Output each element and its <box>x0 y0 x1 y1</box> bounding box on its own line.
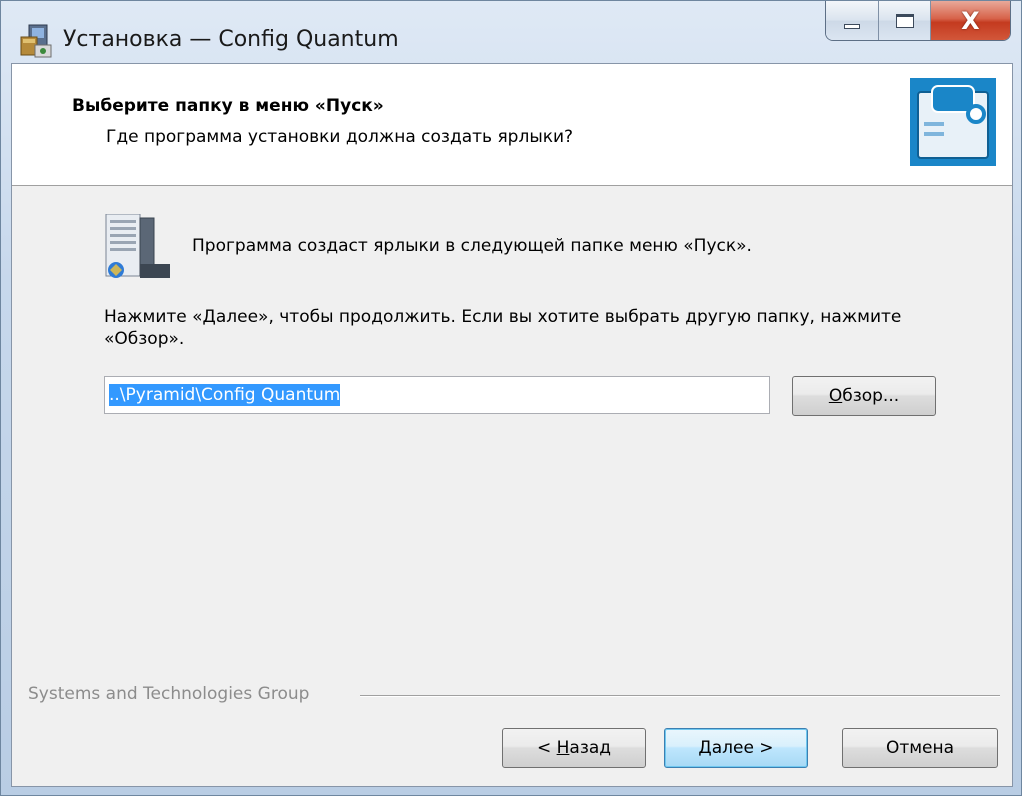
browse-label: бзор... <box>842 386 900 406</box>
maximize-button[interactable] <box>879 1 931 40</box>
next-button[interactable]: Далее > <box>664 728 808 768</box>
caption-buttons: X <box>825 1 1011 41</box>
cancel-button[interactable]: Отмена <box>842 728 998 768</box>
wizard-client-area: Выберите папку в меню «Пуск» Где програм… <box>11 63 1013 787</box>
minimize-icon <box>844 24 861 29</box>
path-selection: ..\Pyramid\Config Quantum <box>109 384 341 406</box>
brand-text: Systems and Technologies Group <box>28 684 310 704</box>
wizard-header: Выберите папку в меню «Пуск» Где програм… <box>12 64 1012 186</box>
browse-accelerator: О <box>828 386 843 406</box>
page-title: Выберите папку в меню «Пуск» <box>72 96 384 116</box>
page-subtitle: Где программа установки должна создать я… <box>106 127 574 147</box>
back-accelerator: Н <box>556 738 570 758</box>
brand-divider <box>360 695 1000 697</box>
maximize-icon <box>895 13 914 28</box>
back-button[interactable]: < Назад <box>502 728 646 768</box>
instruction-text: Нажмите «Далее», чтобы продолжить. Если … <box>104 307 902 349</box>
installer-icon <box>19 23 53 59</box>
window-title: Установка — Config Quantum <box>63 27 399 52</box>
wizard-header-image <box>910 78 996 166</box>
close-button[interactable]: X <box>930 1 1010 40</box>
next-label: алее > <box>711 738 774 758</box>
back-prefix: < <box>536 738 557 758</box>
close-icon: X <box>961 6 980 35</box>
next-accelerator: Д <box>698 738 712 758</box>
info-text: Программа создаст ярлыки в следующей пап… <box>192 236 752 256</box>
back-label: азад <box>569 738 612 758</box>
installer-window: Установка — Config Quantum X Выберите па… <box>0 0 1022 796</box>
start-menu-folder-input[interactable]: ..\Pyramid\Config Quantum <box>104 376 770 414</box>
start-menu-folder-icon <box>104 213 172 280</box>
brand-row: Systems and Technologies Group <box>12 684 1012 708</box>
minimize-button[interactable] <box>826 1 880 40</box>
browse-button[interactable]: Обзор... <box>792 376 936 416</box>
